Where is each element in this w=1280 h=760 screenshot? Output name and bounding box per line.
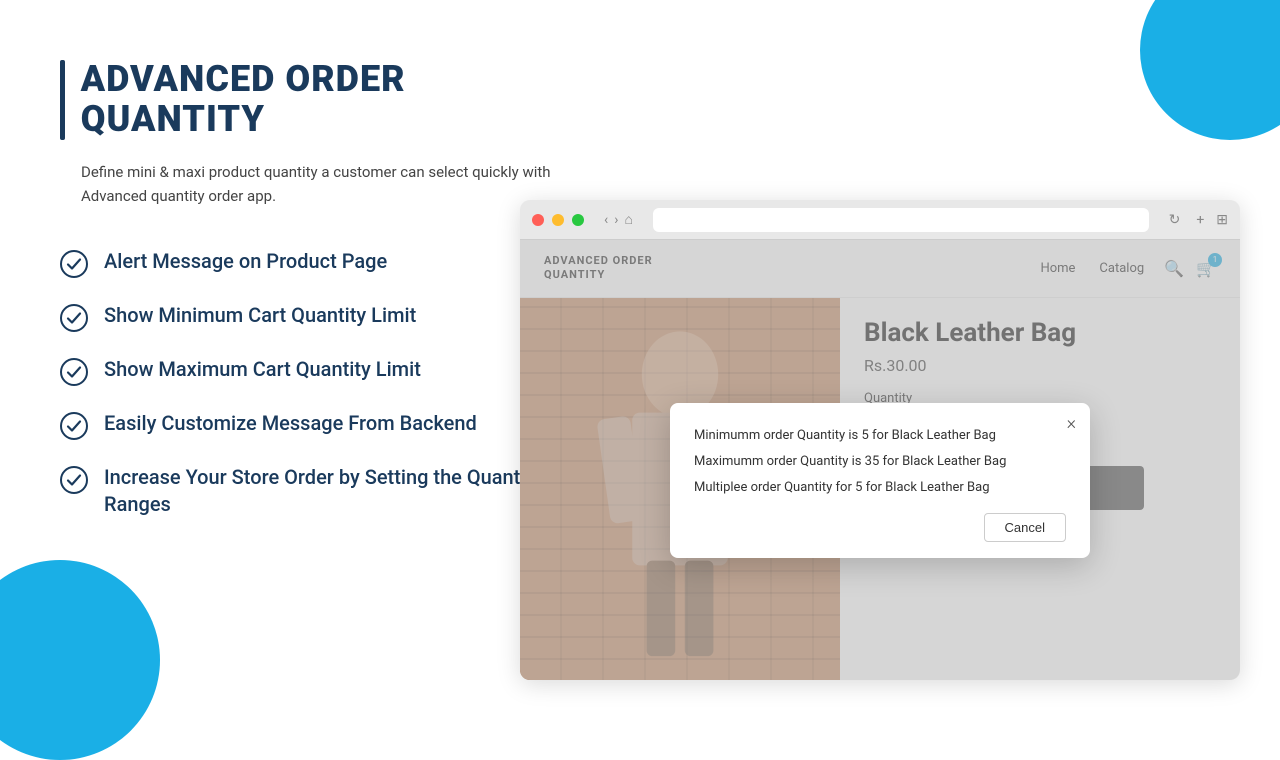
feature-item-5: Increase Your Store Order by Setting the… bbox=[60, 464, 560, 518]
feature-text-5: Increase Your Store Order by Setting the… bbox=[104, 464, 560, 518]
subtitle: Define mini & maxi product quantity a cu… bbox=[81, 160, 560, 208]
modal-overlay: × Minimumm order Quantity is 5 for Black… bbox=[520, 240, 1240, 680]
deco-circle-top-right bbox=[1140, 0, 1280, 140]
title-bar: ADVANCED ORDER QUANTITY bbox=[60, 60, 560, 140]
modal-message-line2: Maximumm order Quantity is 35 for Black … bbox=[694, 449, 1066, 475]
back-arrow-icon[interactable]: ‹ bbox=[604, 212, 608, 228]
grid-icon[interactable]: ⊞ bbox=[1216, 212, 1228, 228]
forward-arrow-icon[interactable]: › bbox=[614, 212, 618, 228]
features-list: Alert Message on Product Page Show Minim… bbox=[60, 248, 560, 518]
browser-url-bar[interactable] bbox=[653, 208, 1149, 232]
feature-text-2: Show Minimum Cart Quantity Limit bbox=[104, 302, 416, 329]
feature-item-4: Easily Customize Message From Backend bbox=[60, 410, 560, 440]
browser-dot-yellow[interactable] bbox=[552, 214, 564, 226]
check-circle-icon-1 bbox=[60, 250, 88, 278]
feature-text-3: Show Maximum Cart Quantity Limit bbox=[104, 356, 421, 383]
refresh-icon[interactable]: ↻ bbox=[1169, 212, 1181, 228]
deco-circle-bottom-left bbox=[0, 560, 160, 760]
modal-box: × Minimumm order Quantity is 5 for Black… bbox=[670, 403, 1090, 558]
feature-text-1: Alert Message on Product Page bbox=[104, 248, 387, 275]
home-icon[interactable]: ⌂ bbox=[624, 211, 632, 228]
new-tab-icon[interactable]: + bbox=[1196, 212, 1204, 228]
browser-dot-green[interactable] bbox=[572, 214, 584, 226]
modal-cancel-button[interactable]: Cancel bbox=[984, 513, 1066, 542]
browser-toolbar: ‹ › ⌂ ↻ + ⊞ bbox=[520, 200, 1240, 240]
browser-dot-red[interactable] bbox=[532, 214, 544, 226]
modal-close-button[interactable]: × bbox=[1067, 413, 1076, 434]
check-circle-icon-3 bbox=[60, 358, 88, 386]
browser-mockup: ‹ › ⌂ ↻ + ⊞ ADVANCED ORDER QUANTITY Home… bbox=[520, 200, 1240, 680]
modal-footer: Cancel bbox=[694, 513, 1066, 542]
feature-text-4: Easily Customize Message From Backend bbox=[104, 410, 477, 437]
modal-message-line3: Multiplee order Quantity for 5 for Black… bbox=[694, 475, 1066, 501]
main-title: ADVANCED ORDER QUANTITY bbox=[81, 60, 560, 139]
feature-item-2: Show Minimum Cart Quantity Limit bbox=[60, 302, 560, 332]
check-circle-icon-4 bbox=[60, 412, 88, 440]
check-circle-icon-2 bbox=[60, 304, 88, 332]
browser-nav: ‹ › ⌂ bbox=[604, 211, 633, 228]
title-border-accent bbox=[60, 60, 65, 140]
feature-item-3: Show Maximum Cart Quantity Limit bbox=[60, 356, 560, 386]
check-circle-icon-5 bbox=[60, 466, 88, 494]
feature-item-1: Alert Message on Product Page bbox=[60, 248, 560, 278]
modal-message: Minimumm order Quantity is 5 for Black L… bbox=[694, 423, 1066, 501]
modal-message-line1: Minimumm order Quantity is 5 for Black L… bbox=[694, 423, 1066, 449]
left-section: ADVANCED ORDER QUANTITY Define mini & ma… bbox=[60, 60, 560, 518]
browser-content: ADVANCED ORDER QUANTITY Home Catalog 🔍 🛒… bbox=[520, 240, 1240, 680]
